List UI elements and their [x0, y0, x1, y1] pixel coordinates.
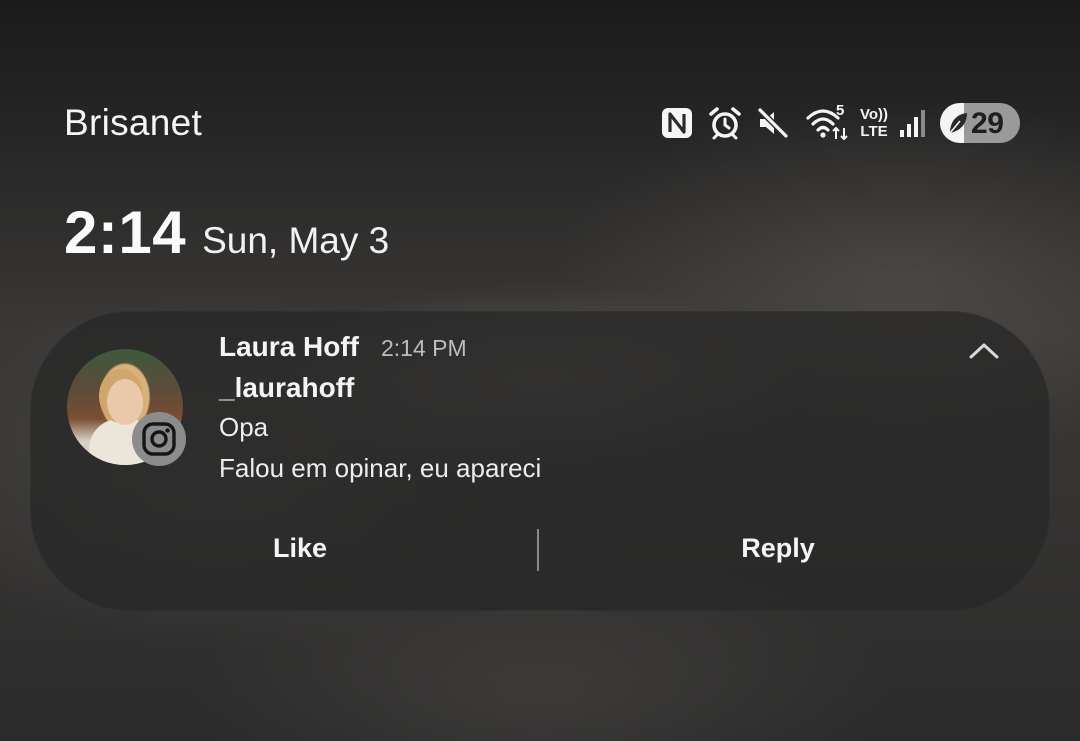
- avatar-face: [107, 379, 143, 425]
- action-divider: [537, 529, 539, 571]
- mute-icon: [756, 106, 790, 140]
- message-line: Falou em opinar, eu apareci: [219, 453, 542, 483]
- like-button[interactable]: Like: [170, 533, 430, 564]
- lte-label: LTE: [860, 123, 888, 140]
- notification-card[interactable]: Laura Hoff 2:14 PM _laurahoff Opa Falou …: [30, 311, 1050, 611]
- leaf-icon: [949, 113, 968, 134]
- nfc-icon: [662, 108, 692, 138]
- signal-icon: [900, 110, 926, 137]
- reply-button[interactable]: Reply: [648, 533, 908, 564]
- chevron-up-icon[interactable]: [966, 337, 1002, 363]
- wifi-band-label: 5: [836, 102, 845, 119]
- volte-lte-icon: Vo)) LTE: [860, 107, 888, 139]
- instagram-icon: [142, 422, 176, 456]
- battery-icon: 29: [940, 103, 1021, 143]
- wifi-icon: 5: [806, 102, 850, 140]
- clock-date: Sun, May 3: [202, 220, 390, 261]
- status-icons: 5 Vo)) LTE 29: [660, 100, 1021, 146]
- lockscreen-clock: 2:14 Sun, May 3: [64, 198, 389, 267]
- alarm-icon: [709, 107, 741, 140]
- volte-label: Vo)): [860, 106, 889, 123]
- message-line: Opa: [219, 412, 269, 442]
- notification-time: 2:14 PM: [381, 335, 467, 361]
- notification-username: _laurahoff: [219, 372, 355, 403]
- notification-header: Laura Hoff 2:14 PM: [219, 331, 467, 363]
- battery-level: 29: [971, 107, 1004, 140]
- carrier-name: Brisanet: [64, 102, 203, 143]
- clock-time: 2:14: [64, 199, 187, 266]
- app-badge: [132, 412, 186, 466]
- sender-name: Laura Hoff: [219, 331, 359, 362]
